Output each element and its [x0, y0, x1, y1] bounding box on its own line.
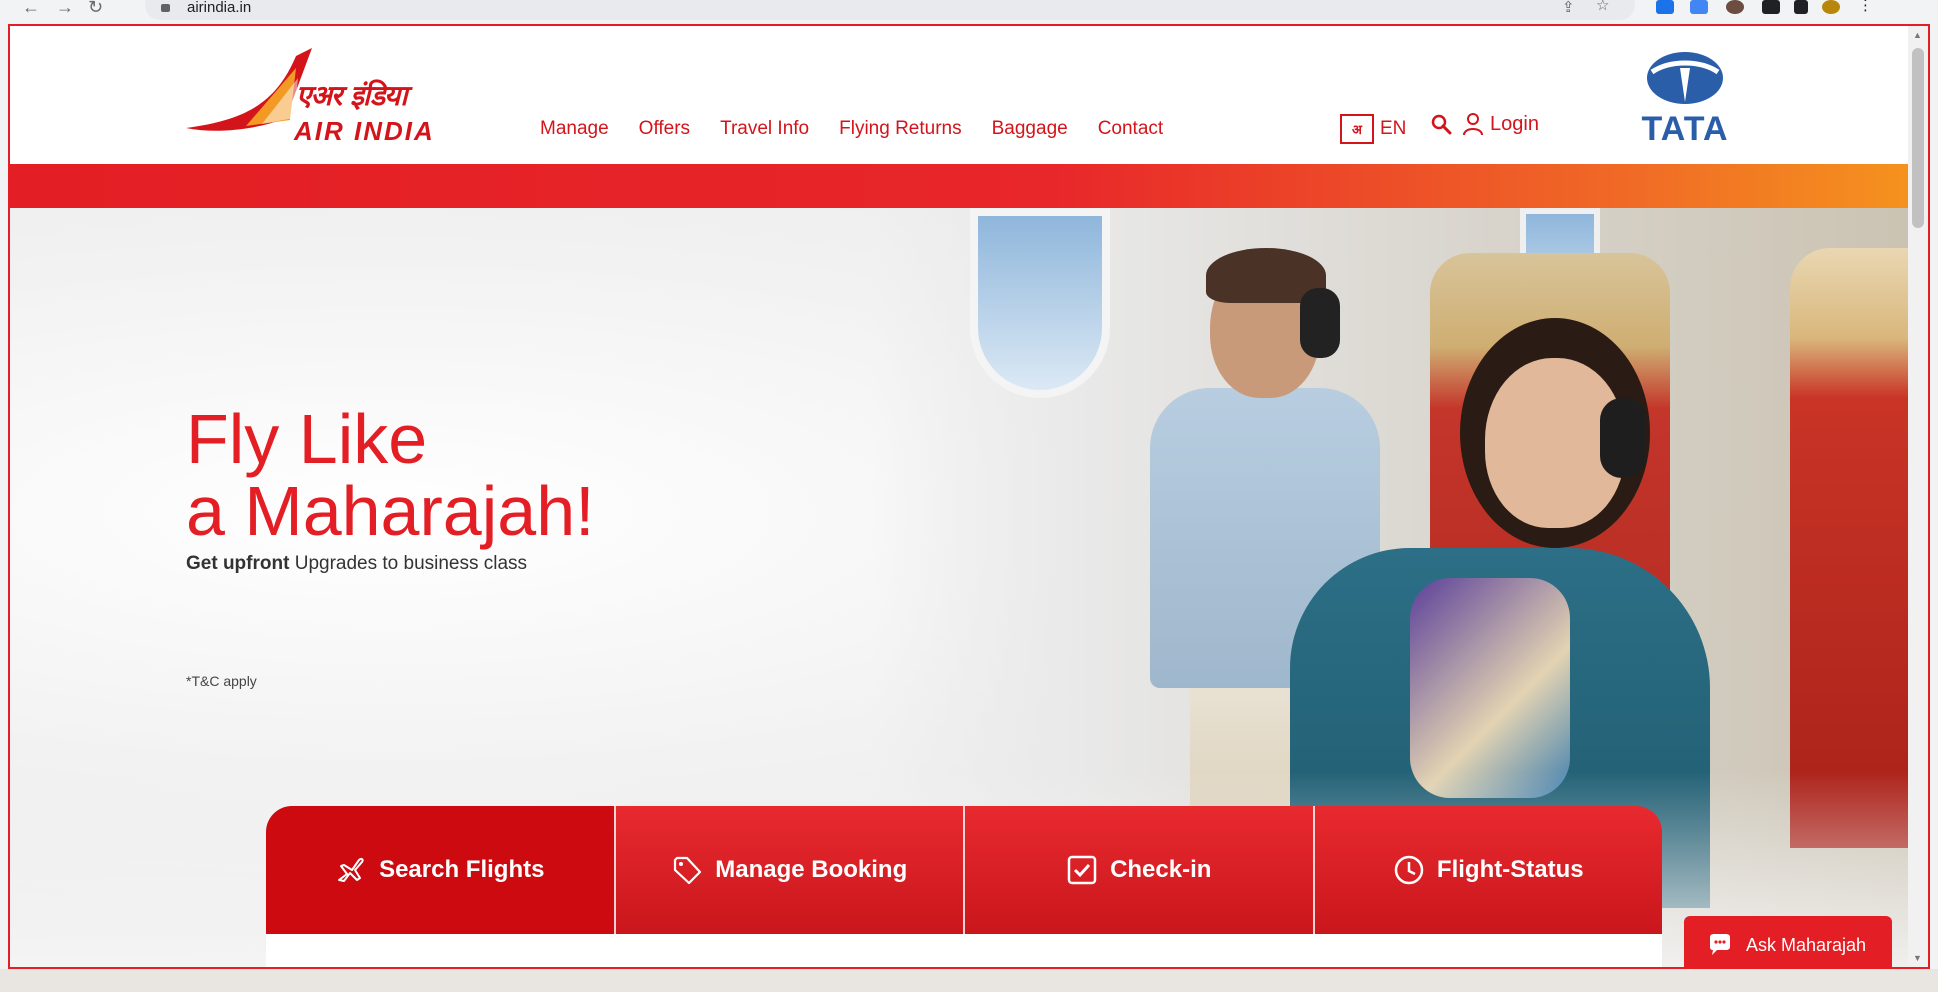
air-india-logo[interactable]: एअर इंडिया AIR INDIA [186, 48, 516, 148]
terms-note: *T&C apply [186, 673, 257, 689]
extension-icon[interactable] [1656, 0, 1674, 14]
scroll-down-icon[interactable]: ▼ [1913, 953, 1922, 963]
hero-subtitle: Get upfront Upgrades to business class [186, 553, 527, 575]
language-icon: अ [1340, 114, 1374, 144]
bookmark-star-icon[interactable]: ☆ [1596, 0, 1609, 14]
chat-bubble-icon [1710, 934, 1730, 955]
reload-icon[interactable]: ↻ [88, 0, 103, 16]
sidepanel-icon[interactable] [1794, 0, 1808, 14]
tab-check-in[interactable]: Check-in [963, 806, 1313, 934]
browser-toolbar: ← → ↻ airindia.in ⇪ ☆ ⋮ [0, 0, 1938, 26]
tab-check-in-label: Check-in [1110, 856, 1212, 883]
logo-english-text: AIR INDIA [294, 116, 435, 146]
aircraft-window [970, 208, 1110, 398]
tata-logo[interactable]: TATA [1630, 50, 1740, 150]
lock-icon [161, 4, 170, 12]
logo-hindi-text: एअर इंडिया [296, 79, 408, 112]
hero-subtitle-rest: Upgrades to business class [289, 553, 528, 574]
menu-kebab-icon[interactable]: ⋮ [1858, 0, 1873, 14]
nav-travel-info[interactable]: Travel Info [720, 118, 809, 140]
main-nav: Manage Offers Travel Info Flying Returns… [540, 118, 1163, 140]
search-button[interactable] [1428, 112, 1456, 140]
page-viewport: एअर इंडिया AIR INDIA Manage Offers Trave… [8, 24, 1930, 969]
tata-wordmark: TATA [1641, 110, 1729, 148]
tab-flight-status-label: Flight-Status [1436, 856, 1584, 883]
language-selector[interactable]: अ EN [1340, 114, 1406, 144]
plane-icon [335, 854, 367, 886]
language-label: EN [1380, 118, 1407, 139]
search-icon [1431, 114, 1452, 135]
user-icon [1463, 113, 1483, 136]
address-bar[interactable]: airindia.in [145, 0, 1635, 20]
scroll-up-icon[interactable]: ▲ [1913, 30, 1922, 40]
tab-manage-booking-label: Manage Booking [715, 856, 908, 883]
booking-tabs: Search Flights Manage Booking Check-in F… [266, 806, 1662, 934]
hero-title-line1: Fly Like [186, 400, 428, 478]
nav-baggage[interactable]: Baggage [992, 118, 1068, 140]
nav-flying-returns[interactable]: Flying Returns [839, 118, 962, 140]
nav-contact[interactable]: Contact [1098, 118, 1163, 140]
page-scrollbar[interactable]: ▲ ▼ [1908, 26, 1928, 967]
share-icon[interactable]: ⇪ [1562, 0, 1575, 16]
back-icon[interactable]: ← [22, 0, 40, 16]
address-url[interactable]: airindia.in [187, 0, 251, 16]
nav-offers[interactable]: Offers [639, 118, 690, 140]
booking-panel [266, 934, 1662, 967]
puzzle-icon[interactable] [1762, 0, 1780, 14]
hero-title-line2: a Maharajah! [186, 472, 595, 550]
forward-icon[interactable]: → [56, 0, 74, 16]
hero-banner[interactable]: Fly Like a Maharajah! Get upfront Upgrad… [10, 208, 1910, 967]
hero-subtitle-bold: Get upfront [186, 553, 290, 574]
brand-gradient-band [10, 164, 1910, 208]
tab-flight-status[interactable]: Flight-Status [1312, 806, 1662, 934]
scrollbar-thumb[interactable] [1912, 48, 1924, 228]
checkbox-icon [1066, 854, 1098, 886]
login-label: Login [1490, 112, 1539, 135]
hero-title: Fly Like a Maharajah! [186, 403, 595, 547]
window-bottom-strip [0, 969, 1938, 992]
nav-manage[interactable]: Manage [540, 118, 609, 140]
business-seat [1790, 248, 1910, 848]
tab-search-flights[interactable]: Search Flights [266, 806, 614, 934]
extension-icon[interactable] [1690, 0, 1708, 14]
tab-search-flights-label: Search Flights [379, 856, 545, 883]
extension-icon[interactable] [1726, 0, 1744, 14]
site-header: एअर इंडिया AIR INDIA Manage Offers Trave… [10, 26, 1910, 164]
tata-emblem-icon [1647, 52, 1723, 104]
ask-maharajah-button[interactable]: Ask Maharajah [1684, 916, 1892, 967]
profile-avatar[interactable] [1822, 0, 1840, 14]
login-button[interactable]: Login [1462, 112, 1539, 136]
chat-label: Ask Maharajah [1746, 934, 1867, 955]
tag-icon [671, 854, 703, 886]
clock-icon [1393, 854, 1425, 886]
tab-manage-booking[interactable]: Manage Booking [613, 806, 963, 934]
